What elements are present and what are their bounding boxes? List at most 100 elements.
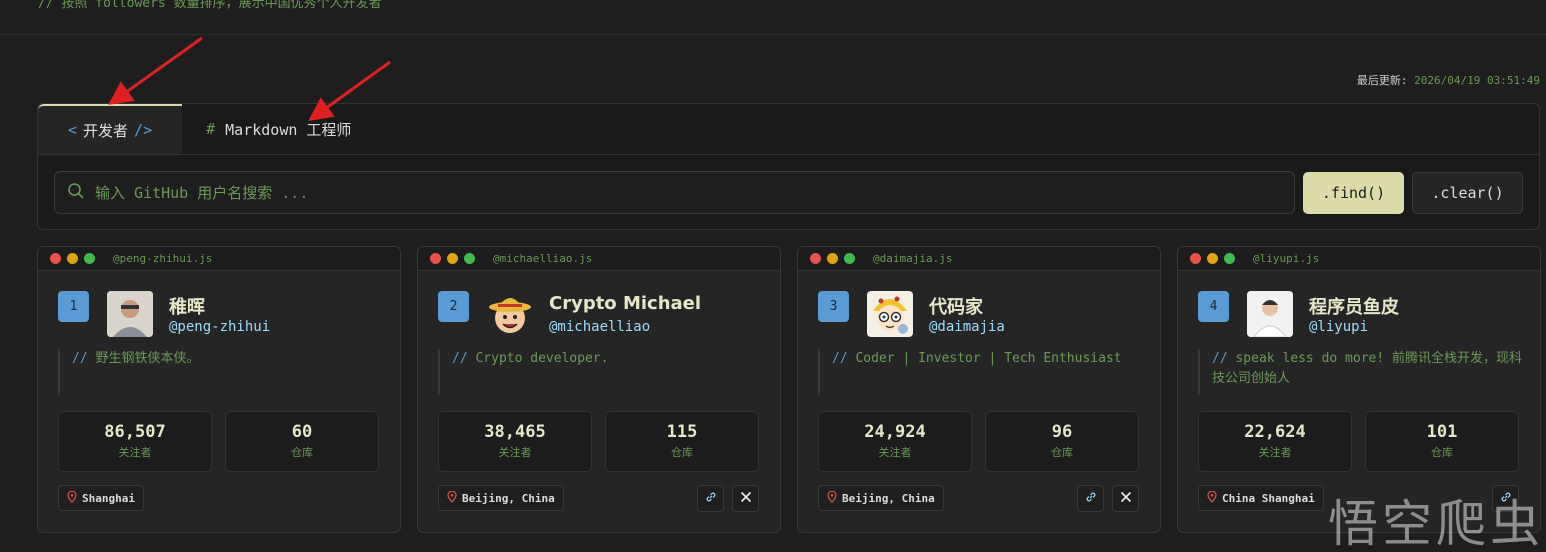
rank-badge: 1 — [58, 291, 89, 322]
tab-markdown-engineers[interactable]: # Markdown 工程师 — [182, 104, 375, 154]
x-logo-icon — [1120, 491, 1132, 507]
followers-label: 关注者 — [118, 446, 152, 459]
card-filename: @daimajia.js — [873, 252, 953, 265]
developer-name[interactable]: Crypto Michael — [549, 293, 701, 314]
x-profile-button[interactable] — [1112, 485, 1139, 512]
location-pin-icon — [827, 490, 837, 506]
card-titlebar: @peng-zhihui.js — [38, 247, 400, 271]
website-link-button[interactable] — [1077, 485, 1104, 512]
photo-avatar-icon[interactable] — [1247, 291, 1293, 337]
card-titlebar: @daimajia.js — [798, 247, 1160, 271]
rank-badge: 3 — [818, 291, 849, 322]
followers-stat: 22,624 关注者 — [1198, 411, 1352, 472]
bio-comment-slashes: // — [452, 351, 468, 366]
repos-count: 115 — [666, 422, 698, 442]
repos-label: 仓库 — [1051, 446, 1073, 459]
followers-count: 86,507 — [104, 422, 166, 442]
website-link-button[interactable] — [1492, 485, 1519, 512]
page-comment: // 按照 followers 数量排序，展示中国优秀个人开发者 — [38, 0, 382, 11]
location-badge: Beijing, China — [818, 485, 944, 511]
tab-bar: < 开发者 /> # Markdown 工程师 — [38, 104, 1539, 155]
x-profile-button[interactable] — [732, 485, 759, 512]
link-icon — [1500, 491, 1512, 507]
last-updated-label: 最后更新: — [1356, 74, 1408, 87]
repos-stat: 115 仓库 — [605, 411, 759, 472]
maximize-dot-icon — [84, 253, 95, 264]
card-titlebar: @michaelliao.js — [418, 247, 780, 271]
find-button[interactable]: .find() — [1303, 171, 1404, 214]
bio-text: Crypto developer. — [475, 351, 609, 366]
tab-hash: # — [206, 120, 216, 138]
repos-count: 96 — [1051, 422, 1073, 442]
close-dot-icon — [50, 253, 61, 264]
website-link-button[interactable] — [697, 485, 724, 512]
developer-card[interactable]: @liyupi.js 4 程序员鱼皮 @liyupi // speak less… — [1177, 246, 1541, 533]
repos-count: 101 — [1426, 422, 1458, 442]
card-filename: @michaelliao.js — [493, 252, 593, 265]
followers-stat: 24,924 关注者 — [818, 411, 972, 472]
followers-count: 22,624 — [1244, 422, 1306, 442]
straw-hat-avatar-icon[interactable] — [487, 291, 533, 337]
search-icon — [67, 182, 85, 204]
clear-button[interactable]: .clear() — [1412, 171, 1523, 214]
repos-count: 60 — [291, 422, 313, 442]
followers-count: 38,465 — [484, 422, 546, 442]
followers-count: 24,924 — [864, 422, 926, 442]
developer-card[interactable]: @michaelliao.js 2 Crypto Michael @michae… — [417, 246, 781, 533]
followers-stat: 38,465 关注者 — [438, 411, 592, 472]
close-dot-icon — [1190, 253, 1201, 264]
search-panel: < 开发者 /> # Markdown 工程师 .find() .clear() — [37, 103, 1540, 230]
bio-comment-slashes: // — [72, 351, 88, 366]
maximize-dot-icon — [464, 253, 475, 264]
search-input[interactable] — [95, 183, 1282, 202]
tab-developers[interactable]: < 开发者 /> — [38, 104, 183, 154]
close-dot-icon — [430, 253, 441, 264]
cartoon-avatar-icon[interactable] — [867, 291, 913, 337]
developer-handle[interactable]: @liyupi — [1309, 319, 1368, 335]
location-text: Shanghai — [82, 491, 135, 505]
location-pin-icon — [67, 490, 77, 506]
repos-label: 仓库 — [291, 446, 313, 459]
link-icon — [1085, 491, 1097, 507]
divider — [0, 34, 1546, 35]
developer-bio: // Crypto developer. — [438, 349, 768, 395]
developer-card-grid: @peng-zhihui.js 1 稚晖 @peng-zhihui // 野生钢… — [37, 246, 1541, 533]
repos-label: 仓库 — [1431, 446, 1453, 459]
location-badge: Beijing, China — [438, 485, 564, 511]
card-filename: @peng-zhihui.js — [113, 252, 213, 265]
photo-avatar-icon[interactable] — [107, 291, 153, 337]
location-badge: Shanghai — [58, 485, 144, 511]
maximize-dot-icon — [1224, 253, 1235, 264]
developer-card[interactable]: @daimajia.js 3 代码家 @daimajia // Coder | … — [797, 246, 1161, 533]
location-pin-icon — [447, 490, 457, 506]
developer-handle[interactable]: @peng-zhihui — [169, 319, 270, 335]
search-box — [54, 171, 1295, 214]
developer-handle[interactable]: @daimajia — [929, 319, 1005, 335]
repos-stat: 96 仓库 — [985, 411, 1139, 472]
tab-bracket-close: /> — [134, 121, 153, 139]
followers-stat: 86,507 关注者 — [58, 411, 212, 472]
repos-stat: 60 仓库 — [225, 411, 379, 472]
last-updated-timestamp: 2026/04/19 03:51:49 — [1414, 74, 1540, 87]
developer-name[interactable]: 代码家 — [929, 293, 983, 319]
developer-card[interactable]: @peng-zhihui.js 1 稚晖 @peng-zhihui // 野生钢… — [37, 246, 401, 533]
developer-handle[interactable]: @michaelliao — [549, 319, 650, 335]
tab-markdown-label: Markdown 工程师 — [225, 120, 352, 139]
tab-developers-label: 开发者 — [83, 121, 129, 140]
last-updated: 最后更新: 2026/04/19 03:51:49 — [1357, 72, 1540, 88]
x-logo-icon — [740, 491, 752, 507]
maximize-dot-icon — [844, 253, 855, 264]
rank-badge: 2 — [438, 291, 469, 322]
location-text: Beijing, China — [842, 491, 935, 505]
annotation-arrow-left — [108, 36, 203, 105]
repos-stat: 101 仓库 — [1365, 411, 1519, 472]
developer-name[interactable]: 稚晖 — [169, 293, 205, 319]
minimize-dot-icon — [1207, 253, 1218, 264]
tab-bracket-open: < — [68, 121, 78, 139]
followers-label: 关注者 — [878, 446, 912, 459]
bio-comment-slashes: // — [1212, 351, 1228, 366]
bio-comment-slashes: // — [832, 351, 848, 366]
minimize-dot-icon — [827, 253, 838, 264]
developer-name[interactable]: 程序员鱼皮 — [1309, 293, 1399, 319]
minimize-dot-icon — [447, 253, 458, 264]
